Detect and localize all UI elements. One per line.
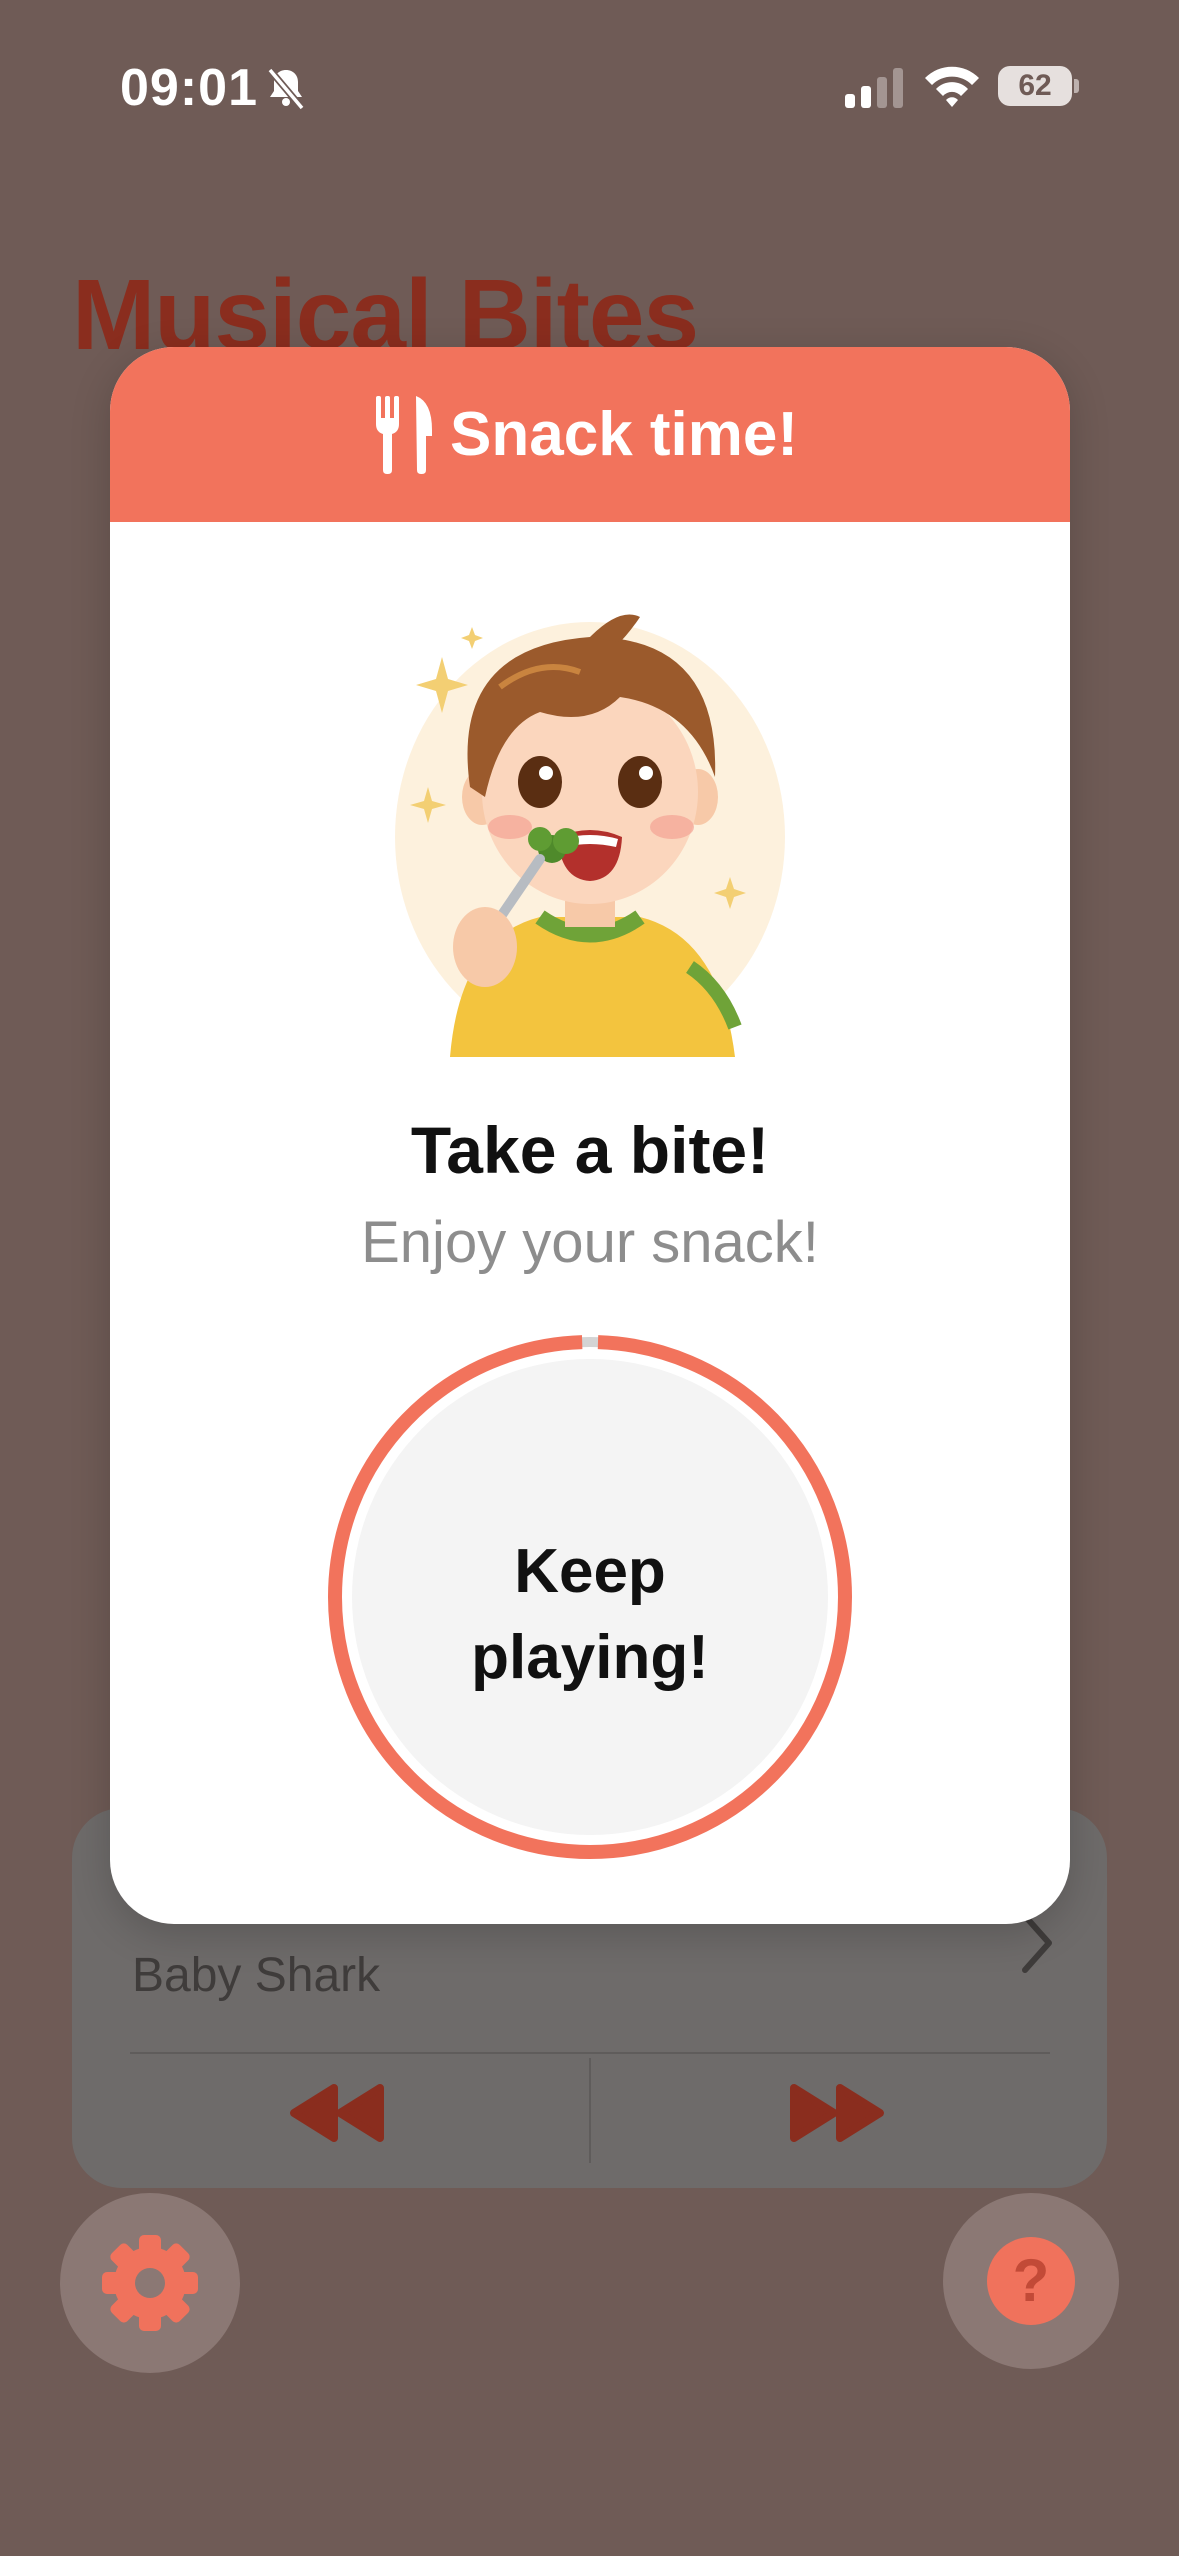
controls-divider (589, 2058, 591, 2163)
settings-button[interactable] (60, 2193, 240, 2373)
signal-icon (845, 68, 903, 108)
modal-title: Snack time! (450, 400, 799, 469)
modal-subheading: Enjoy your snack! (361, 1210, 819, 1275)
keep-playing-button[interactable]: Keep playing! (352, 1359, 828, 1835)
snack-modal: Snack time! Take a bite! Enjoy your snac… (110, 347, 1070, 1924)
utensils-icon (376, 396, 432, 474)
keep-playing-label: Keep playing! (471, 1537, 709, 1692)
battery-icon: 62 (998, 66, 1079, 106)
bell-slash-icon (267, 67, 305, 111)
status-time: 09:01 (120, 59, 258, 117)
wifi-icon (925, 66, 979, 107)
modal-header: Snack time! (110, 347, 1070, 522)
song-title: Baby Shark (132, 1949, 381, 2002)
screen: 09:01 62 Musical Bites Baby Shark ? Snac… (0, 0, 1179, 2556)
gear-icon (102, 2235, 198, 2331)
rewind-icon[interactable] (272, 2078, 402, 2148)
battery-level: 62 (1018, 69, 1052, 102)
modal-heading: Take a bite! (410, 1113, 770, 1187)
player-divider (130, 2052, 1050, 2054)
child-eating-illustration (395, 614, 785, 1057)
fast-forward-icon[interactable] (772, 2078, 902, 2148)
help-button[interactable]: ? (943, 2193, 1119, 2369)
question-icon: ? (987, 2237, 1075, 2325)
status-bar: 09:01 62 (0, 0, 1179, 150)
